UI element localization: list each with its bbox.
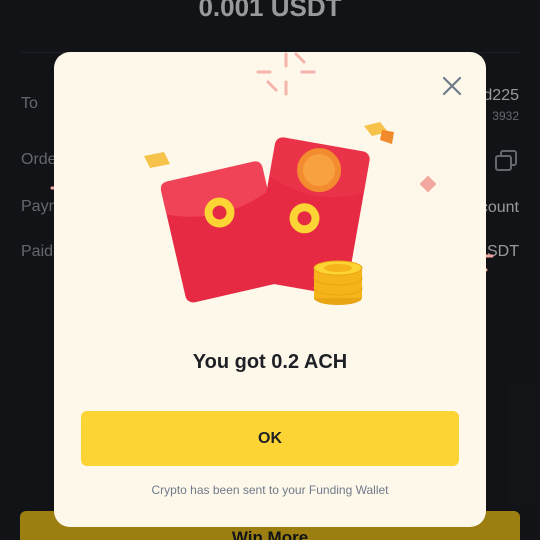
reward-title: You got 0.2 ACH (192, 351, 348, 373)
ok-button[interactable]: OK (81, 411, 459, 466)
reward-modal: You got 0.2 ACH OK Crypto has been sent … (54, 52, 486, 527)
close-icon[interactable] (438, 72, 466, 100)
funding-wallet-note: Crypto has been sent to your Funding Wal… (151, 483, 389, 497)
red-envelope-coins-illustration (144, 52, 437, 305)
